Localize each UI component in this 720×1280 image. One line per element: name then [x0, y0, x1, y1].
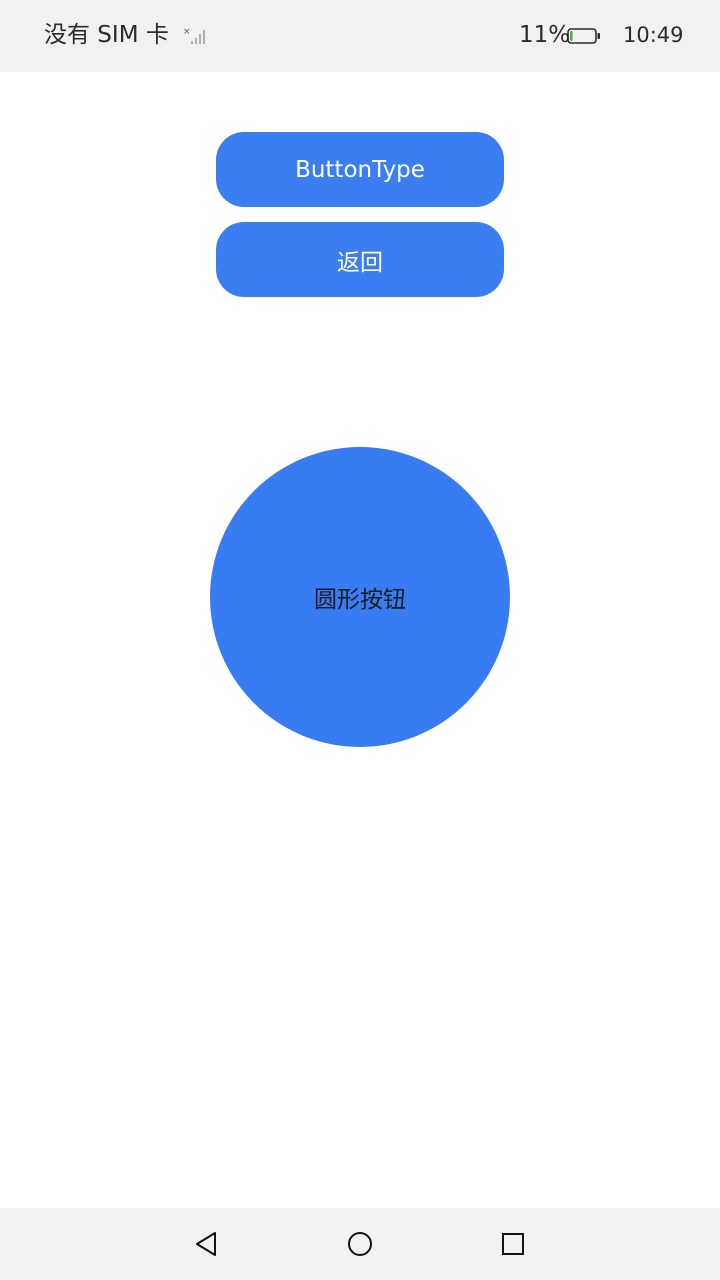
battery-percent: 11%: [519, 22, 571, 48]
circle-home-icon[interactable]: [347, 1231, 373, 1257]
button-type-button[interactable]: ButtonType: [216, 132, 504, 207]
square-recent-icon[interactable]: [501, 1232, 525, 1256]
battery-icon: [567, 28, 600, 44]
carrier-label: 没有 SIM 卡: [44, 22, 169, 48]
circle-button[interactable]: 圆形按钮: [210, 447, 510, 747]
triangle-back-icon[interactable]: [193, 1230, 221, 1258]
svg-text:×: ×: [183, 27, 191, 37]
clock: 10:49: [623, 23, 684, 47]
no-signal-icon: ×: [183, 27, 205, 44]
back-button[interactable]: 返回: [216, 222, 504, 297]
